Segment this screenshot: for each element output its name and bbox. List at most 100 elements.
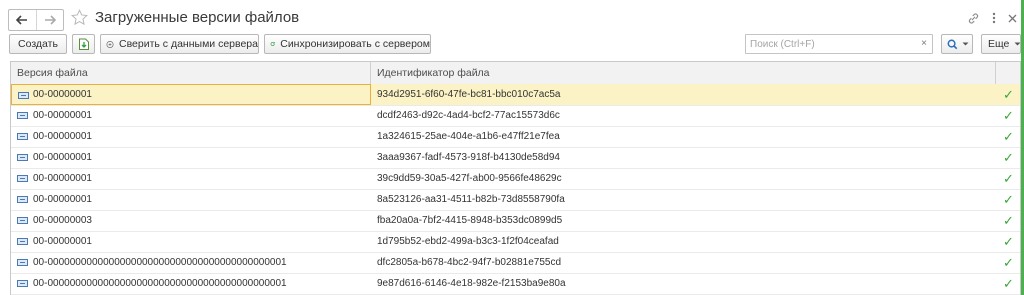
table-row[interactable]: 00-00000001 8a523126-aa31-4511-b82b-73d85… xyxy=(11,189,1020,211)
arrow-left-icon xyxy=(16,15,28,25)
checkmark-icon: ✓ xyxy=(1003,276,1014,291)
link-button[interactable] xyxy=(965,10,981,26)
file-version-text: 00-00000001 xyxy=(33,173,92,184)
file-version-cell[interactable]: 00-00000001 xyxy=(11,105,371,126)
file-version-icon xyxy=(17,280,28,287)
command-bar: Создать Сверить с данными сервера Синхро… xyxy=(0,34,1021,56)
checkmark-icon: ✓ xyxy=(1003,234,1014,249)
file-version-text: 00-00000001 xyxy=(33,89,92,100)
checkmark-icon: ✓ xyxy=(1003,255,1014,270)
table-row[interactable]: 00-0000000000000000000000000000000000000… xyxy=(11,273,1020,295)
file-id-cell[interactable]: 1a324615-25ae-404e-a1b6-e47ff21e7fea xyxy=(377,126,991,147)
file-version-text: 00-00000001 xyxy=(33,236,92,247)
checkmark-icon: ✓ xyxy=(1003,192,1014,207)
file-version-text: 00-00000001 xyxy=(33,131,92,142)
create-button[interactable]: Создать xyxy=(9,34,67,54)
file-version-icon xyxy=(17,112,28,119)
file-versions-table: Версия файла Идентификатор файла 00-0000… xyxy=(10,61,1021,295)
column-header-status[interactable] xyxy=(996,62,1020,84)
table-row[interactable]: 00-0000000000000000000000000000000000000… xyxy=(11,252,1020,274)
more-actions-button[interactable]: Еще xyxy=(981,34,1021,54)
more-menu-button[interactable] xyxy=(986,10,1002,26)
file-version-cell[interactable]: 00-00000001 xyxy=(11,168,371,189)
create-button-label: Создать xyxy=(18,38,58,50)
file-version-icon xyxy=(17,196,28,203)
table-row[interactable]: 00-00000001 3aaa9367-fadf-4573-918f-b4130… xyxy=(11,147,1020,169)
file-version-icon xyxy=(17,154,28,161)
save-file-button[interactable] xyxy=(72,34,95,54)
file-version-icon xyxy=(17,238,28,245)
sync-with-server-button[interactable]: Синхронизировать с сервером xyxy=(264,34,431,54)
file-version-cell[interactable]: 00-00000001 xyxy=(11,147,371,168)
file-version-text: 00-00000003 xyxy=(33,215,92,226)
more-actions-label: Еще xyxy=(988,38,1010,50)
search-field[interactable]: × xyxy=(745,34,933,54)
chevron-down-icon xyxy=(962,42,969,45)
favorite-button[interactable] xyxy=(71,9,88,29)
checkmark-icon: ✓ xyxy=(1003,129,1014,144)
file-id-cell[interactable]: fba20a0a-7bf2-4415-8948-b353dc0899d5 xyxy=(377,210,991,231)
table-row[interactable]: 00-00000001 39c9dd59-30a5-427f-ab00-9566f… xyxy=(11,168,1020,190)
compare-button-label: Сверить с данными сервера xyxy=(119,38,258,50)
file-version-cell[interactable]: 00-0000000000000000000000000000000000000… xyxy=(11,273,371,294)
column-header-file-id[interactable]: Идентификатор файла xyxy=(371,62,996,84)
sync-button-label: Синхронизировать с сервером xyxy=(280,38,430,50)
page-title: Загруженные версии файлов xyxy=(95,9,300,26)
compare-with-server-button[interactable]: Сверить с данными сервера xyxy=(100,34,259,54)
file-id-cell[interactable]: 1d795b52-ebd2-499a-b3c3-1f2f04ceafad xyxy=(377,231,991,252)
arrow-right-icon xyxy=(44,15,56,25)
file-version-icon xyxy=(17,259,28,266)
search-button[interactable] xyxy=(941,34,973,54)
file-id-cell[interactable]: 9e87d616-6146-4e18-982e-f2153ba9e80a xyxy=(377,273,991,294)
column-header-file-version[interactable]: Версия файла xyxy=(11,62,371,84)
file-version-text: 00-0000000000000000000000000000000000000… xyxy=(33,257,287,268)
compare-icon xyxy=(106,40,114,48)
file-id-cell[interactable]: dfc2805a-b678-4bc2-94f7-b02881e755cd xyxy=(377,252,991,273)
table-row[interactable]: 00-00000001 934d2951-6f60-47fe-bc81-bbc01… xyxy=(11,84,1020,106)
table-row[interactable]: 00-00000001 dcdf2463-d92c-4ad4-bcf2-77ac1… xyxy=(11,105,1020,127)
file-id-cell[interactable]: 8a523126-aa31-4511-b82b-73d8558790fa xyxy=(377,189,991,210)
table-header: Версия файла Идентификатор файла xyxy=(11,62,1020,85)
checkmark-icon: ✓ xyxy=(1003,213,1014,228)
chevron-down-icon xyxy=(1014,42,1020,45)
file-version-text: 00-00000001 xyxy=(33,194,92,205)
file-version-icon xyxy=(17,133,28,140)
close-icon xyxy=(1008,14,1016,22)
table-row[interactable]: 00-00000003 fba20a0a-7bf2-4415-8948-b353d… xyxy=(11,210,1020,232)
file-version-cell[interactable]: 00-00000001 xyxy=(11,84,371,105)
search-input[interactable] xyxy=(750,37,910,51)
checkmark-icon: ✓ xyxy=(1003,171,1014,186)
file-version-icon xyxy=(18,92,29,99)
file-id-cell[interactable]: 934d2951-6f60-47fe-bc81-bbc010c7ac5a xyxy=(377,84,991,105)
file-version-text: 00-0000000000000000000000000000000000000… xyxy=(33,278,287,289)
checkmark-icon: ✓ xyxy=(1003,150,1014,165)
file-version-text: 00-00000001 xyxy=(33,152,92,163)
file-version-cell[interactable]: 00-00000001 xyxy=(11,231,371,252)
search-clear-button[interactable]: × xyxy=(921,38,927,49)
file-id-cell[interactable]: dcdf2463-d92c-4ad4-bcf2-77ac15573d6c xyxy=(377,105,991,126)
forward-button[interactable] xyxy=(35,10,64,30)
file-version-text: 00-00000001 xyxy=(33,110,92,121)
file-version-cell[interactable]: 00-00000001 xyxy=(11,189,371,210)
window-header: Загруженные версии файлов xyxy=(0,0,1021,36)
link-icon xyxy=(968,12,978,24)
table-row[interactable]: 00-00000001 1d795b52-ebd2-499a-b3c3-1f2f0… xyxy=(11,231,1020,253)
file-version-cell[interactable]: 00-0000000000000000000000000000000000000… xyxy=(11,252,371,273)
file-version-icon xyxy=(17,217,28,224)
file-version-icon xyxy=(17,175,28,182)
table-row[interactable]: 00-00000001 1a324615-25ae-404e-a1b6-e47ff… xyxy=(11,126,1020,148)
file-id-cell[interactable]: 3aaa9367-fadf-4573-918f-b4130de58d94 xyxy=(377,147,991,168)
checkmark-icon: ✓ xyxy=(1003,108,1014,123)
file-id-cell[interactable]: 39c9dd59-30a5-427f-ab00-9566fe48629c xyxy=(377,168,991,189)
star-icon xyxy=(71,9,88,26)
file-version-cell[interactable]: 00-00000003 xyxy=(11,210,371,231)
search-icon xyxy=(947,39,958,49)
more-vertical-icon xyxy=(992,12,996,24)
file-version-cell[interactable]: 00-00000001 xyxy=(11,126,371,147)
refresh-icon xyxy=(270,41,275,46)
nav-buttons xyxy=(8,9,64,31)
back-button[interactable] xyxy=(9,10,36,30)
close-button[interactable] xyxy=(1004,10,1020,26)
save-file-icon xyxy=(78,38,89,50)
checkmark-icon: ✓ xyxy=(1003,87,1014,102)
